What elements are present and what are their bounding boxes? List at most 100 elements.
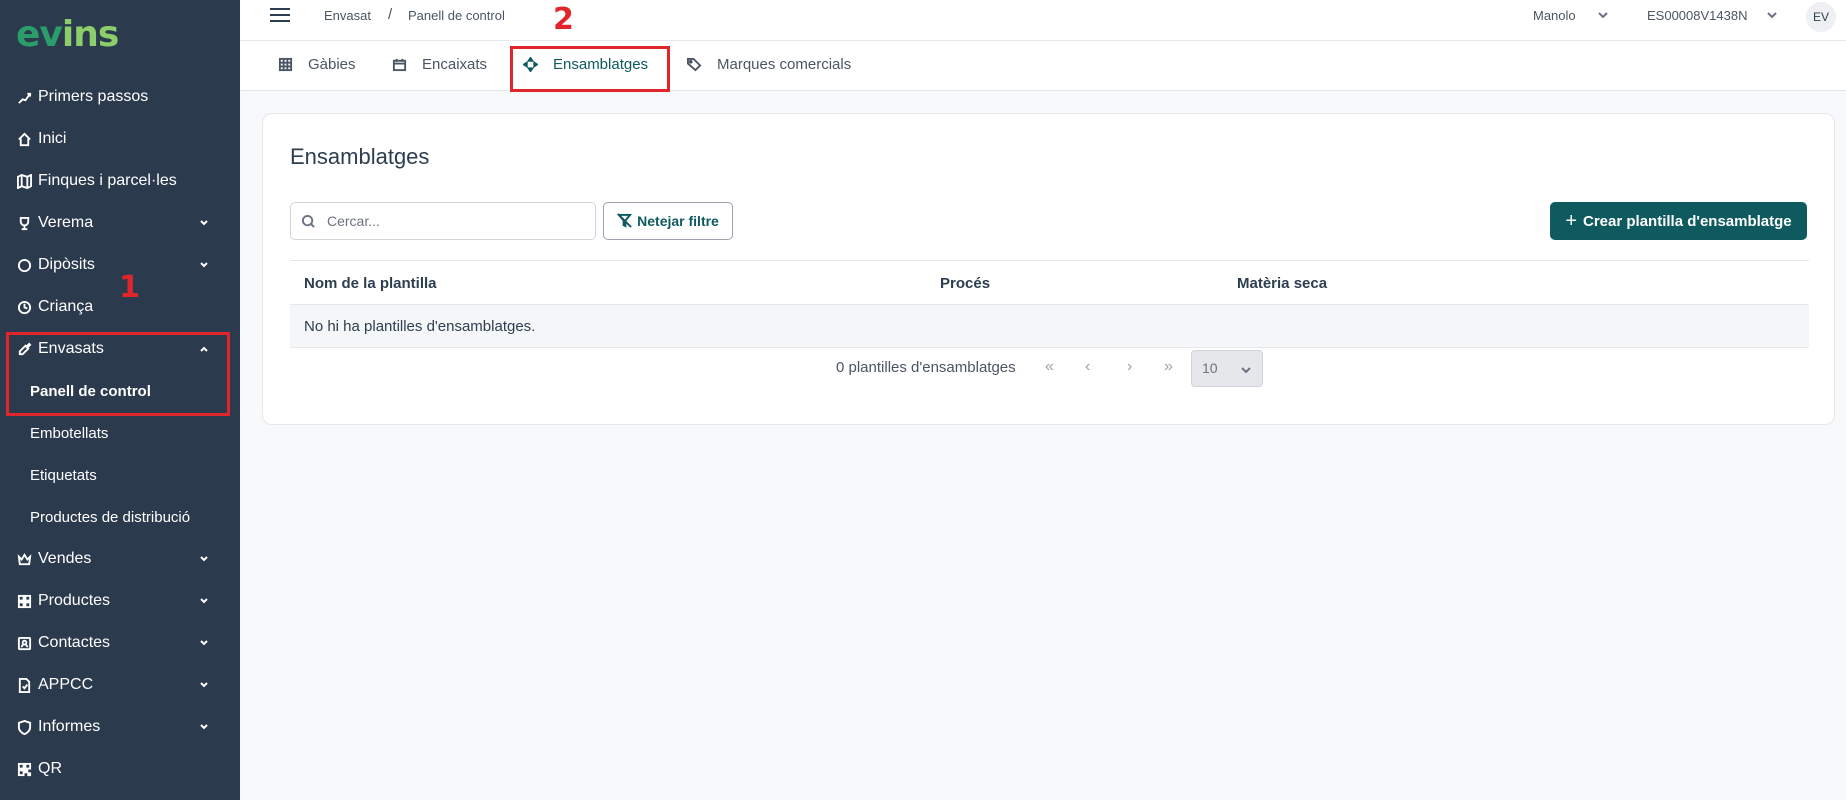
breadcrumb-separator: / (388, 6, 393, 23)
sidebar-item-label: QR (38, 760, 62, 777)
shield-icon (16, 719, 32, 735)
filter-off-icon (617, 213, 633, 229)
sidebar-item-label: Inici (38, 130, 67, 147)
tags-icon (687, 57, 703, 73)
chevron-down-icon (198, 258, 210, 270)
avatar[interactable]: EV (1806, 2, 1836, 32)
tab-label: Encaixats (422, 56, 488, 73)
last-page-button[interactable]: » (1164, 358, 1173, 376)
ensamblatges-card: Ensamblatges Cercar... Netejar filtre + … (262, 113, 1835, 425)
sidebar-item-label: Contactes (38, 634, 111, 651)
column-header-nom[interactable]: Nom de la plantilla (304, 275, 437, 292)
table-empty-row: No hi ha plantilles d'ensamblatges. (290, 304, 1809, 348)
qr-icon (16, 761, 32, 777)
hamburger-menu-icon[interactable] (270, 8, 290, 24)
next-page-button[interactable]: › (1127, 358, 1132, 376)
plus-icon: + (1565, 209, 1578, 232)
breadcrumb-panell-de-control[interactable]: Panell de control (408, 8, 505, 23)
tab-marques-comercials[interactable]: Marques comercials (687, 56, 851, 73)
sidebar-item-contactes[interactable]: Contactes (0, 622, 240, 664)
contact-icon (16, 635, 32, 651)
column-header-proces[interactable]: Procés (940, 275, 990, 292)
page-title: Ensamblatges (290, 144, 430, 169)
sidebar-item-productes[interactable]: Productes (0, 580, 240, 622)
prev-page-button[interactable]: ‹ (1085, 358, 1090, 376)
annotation-number-2: 2 (553, 2, 574, 37)
pagination: 0 plantilles d'ensamblatges « ‹ › » 10 (263, 350, 1836, 390)
sidebar-item-label: Vendes (38, 550, 92, 567)
table-icon (278, 57, 294, 73)
sidebar-item-primers-passos[interactable]: Primers passos (0, 76, 240, 118)
chevron-down-icon (198, 636, 210, 648)
annotation-box-envasats (6, 332, 230, 416)
sidebar-item-label: Finques i parcel·les (38, 172, 177, 189)
sidebar-item-label: Verema (38, 214, 94, 231)
sidebar-item-finques[interactable]: Finques i parcel·les (0, 160, 240, 202)
results-count: 0 plantilles d'ensamblatges (836, 359, 1016, 376)
sidebar-item-qr[interactable]: QR (0, 748, 240, 790)
sidebar-subitem-label: Embotellats (30, 424, 109, 442)
column-header-materia-seca[interactable]: Matèria seca (1237, 275, 1327, 292)
chevron-down-icon (198, 678, 210, 690)
clear-filter-label: Netejar filtre (637, 213, 719, 229)
box-icon (392, 57, 408, 73)
first-page-button[interactable]: « (1045, 358, 1054, 376)
chevron-down-icon (198, 552, 210, 564)
tab-label: Gàbies (308, 56, 356, 73)
chevron-down-icon (1766, 8, 1778, 20)
sidebar-item-label: Dipòsits (38, 256, 95, 273)
chevron-down-icon (198, 594, 210, 606)
search-icon (301, 214, 317, 230)
sidebar-subitem-embotellats[interactable]: Embotellats (0, 412, 240, 454)
sidebar-item-label: Informes (38, 718, 101, 735)
sidebar-item-label: Primers passos (38, 88, 149, 105)
chevron-down-icon (198, 720, 210, 732)
chevron-down-icon (1240, 363, 1252, 375)
tab-label: Marques comercials (717, 56, 852, 73)
sidebar-nav: Primers passos Inici Finques i parcel·le… (0, 76, 240, 790)
steps-icon (16, 89, 32, 105)
page-size-select[interactable]: 10 (1191, 350, 1263, 387)
tab-bar: Gàbies Encaixats Ensamblatges Marques co… (240, 41, 1846, 91)
tab-encaixats[interactable]: Encaixats (392, 56, 487, 73)
sidebar-item-label: Productes (38, 592, 111, 609)
breadcrumb-envasat[interactable]: Envasat (324, 8, 371, 23)
circle-icon (16, 257, 32, 273)
sidebar-item-label: APPCC (38, 676, 94, 693)
top-bar: Envasat / Panell de control Manolo ES000… (240, 0, 1846, 41)
chevron-down-icon (198, 216, 210, 228)
sidebar-item-informes[interactable]: Informes (0, 706, 240, 748)
sidebar-subitem-label: Productes de distribució (30, 508, 191, 526)
tab-gabies[interactable]: Gàbies (278, 56, 356, 73)
sidebar-subitem-etiquetats[interactable]: Etiquetats (0, 454, 240, 496)
clock-icon (16, 299, 32, 315)
trophy-icon (16, 215, 32, 231)
annotation-number-1: 1 (119, 270, 140, 305)
logo-text-ins: ins (61, 14, 119, 55)
user-menu[interactable]: Manolo (1533, 8, 1576, 23)
account-selector[interactable]: ES00008V1438N (1647, 8, 1747, 23)
clear-filter-button[interactable]: Netejar filtre (603, 202, 733, 240)
sidebar-subitem-label: Etiquetats (30, 466, 97, 484)
grid-icon (16, 593, 32, 609)
create-template-button[interactable]: + Crear plantilla d'ensamblatge (1550, 202, 1807, 240)
empty-message: No hi ha plantilles d'ensamblatges. (304, 317, 536, 335)
sidebar-item-vendes[interactable]: Vendes (0, 538, 240, 580)
sidebar-item-appcc[interactable]: APPCC (0, 664, 240, 706)
home-icon (16, 131, 32, 147)
create-template-label: Crear plantilla d'ensamblatge (1583, 212, 1792, 230)
app-logo[interactable]: evins (16, 14, 119, 55)
sidebar-item-verema[interactable]: Verema (0, 202, 240, 244)
search-placeholder: Cercar... (327, 213, 380, 229)
logo-text-ev: ev (16, 14, 63, 55)
page-size-value: 10 (1202, 360, 1218, 376)
file-check-icon (16, 677, 32, 693)
chevron-down-icon (1597, 8, 1609, 20)
map-icon (16, 173, 32, 189)
crown-icon (16, 551, 32, 567)
sidebar-item-inici[interactable]: Inici (0, 118, 240, 160)
sidebar-subitem-productes-distribucio[interactable]: Productes de distribució (0, 496, 240, 538)
table-header: Nom de la plantilla Procés Matèria seca (290, 260, 1809, 304)
search-input[interactable]: Cercar... (290, 202, 596, 240)
sidebar-item-label: Criança (38, 298, 94, 315)
